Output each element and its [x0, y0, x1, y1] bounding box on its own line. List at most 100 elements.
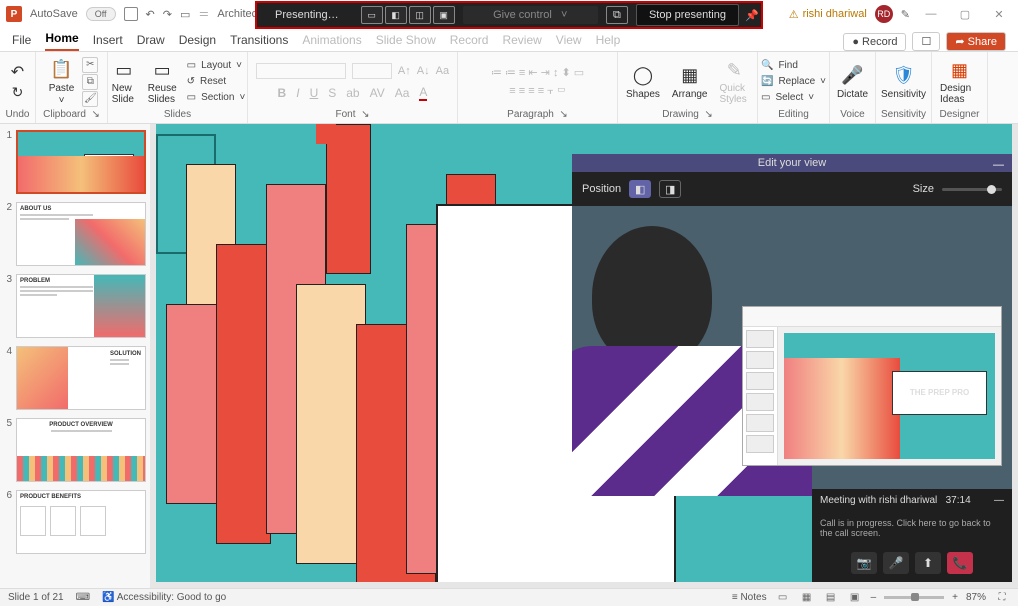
mini-slide-title: THE PREP PRO	[892, 371, 987, 415]
copy-icon[interactable]: ⧉	[82, 74, 98, 90]
current-slide: Edit your view— Position ◧ ◨ Size	[156, 124, 1012, 582]
undo-icon[interactable]: ↶	[11, 62, 24, 82]
ribbon: ↶ ↻ Undo 📋Paste˅ ✂⧉🖌 Clipboard ↘ ▭New Sl…	[0, 52, 1018, 124]
minimize-overlay-icon[interactable]: —	[993, 156, 1004, 174]
tab-view[interactable]: View	[556, 33, 582, 51]
group-undo: Undo	[4, 109, 31, 121]
tab-design[interactable]: Design	[179, 33, 216, 51]
autosave-toggle[interactable]: Off	[86, 7, 116, 21]
app-icon: P	[6, 6, 22, 22]
share-button[interactable]: ➦ Share	[946, 32, 1006, 51]
redo-icon[interactable]: ↻	[12, 84, 24, 101]
tab-help[interactable]: Help	[596, 33, 621, 51]
view-sorter-icon[interactable]: ▦	[799, 591, 815, 605]
arrange-button[interactable]: ▦Arrange	[668, 64, 712, 100]
zoom-in-button[interactable]: +	[952, 592, 958, 603]
user-warning[interactable]: ⚠rishi dhariwal	[789, 8, 867, 21]
reuse-slides-button[interactable]: ▭Reuse Slides	[144, 58, 181, 105]
accessibility-status[interactable]: ♿ Accessibility: Good to go	[102, 592, 226, 603]
call-toast[interactable]: Meeting with rishi dhariwal 37:14— Call …	[812, 489, 1012, 582]
redo-arrow-icon[interactable]: ↷	[163, 8, 172, 21]
pin-icon[interactable]: 📌	[743, 9, 761, 22]
maximize-button[interactable]: ▢	[952, 3, 978, 25]
hangup-icon[interactable]: 📞	[947, 552, 973, 574]
present-from-beginning-icon[interactable]: ▭	[180, 8, 190, 21]
user-avatar[interactable]: RD	[875, 5, 893, 23]
tab-animations[interactable]: Animations	[302, 33, 361, 51]
pen-icon[interactable]: ✎	[901, 8, 910, 21]
position-left-icon[interactable]: ◧	[629, 180, 651, 198]
video-preview: THE PREP PRO	[572, 206, 1012, 496]
close-button[interactable]: ✕	[986, 3, 1012, 25]
share-screen-icon[interactable]: ⬆	[915, 552, 941, 574]
tab-review[interactable]: Review	[502, 33, 541, 51]
tab-record[interactable]: Record	[450, 33, 489, 51]
save-icon[interactable]	[124, 7, 138, 21]
layout-menu[interactable]: ▭ Layout ˅	[185, 58, 248, 73]
tab-file[interactable]: File	[12, 33, 31, 51]
toast-minimize-icon[interactable]: —	[994, 495, 1004, 506]
layout-content-only-icon[interactable]: ▭	[361, 6, 383, 24]
popout-icon[interactable]: ⧉	[606, 6, 628, 24]
shapes-button[interactable]: ◯Shapes	[622, 64, 664, 100]
camera-icon[interactable]: 📷	[851, 552, 877, 574]
find-button[interactable]: 🔍 Find	[759, 58, 828, 73]
size-slider[interactable]	[942, 188, 1002, 191]
slide-thumbnails[interactable]: 1THE PREP PRO 2ABOUT US 3PROBLEM 4SOLUTI…	[0, 124, 150, 588]
quick-styles-button: ✎Quick Styles	[716, 58, 754, 105]
thumbnail-3[interactable]: 3PROBLEM	[4, 274, 146, 338]
thumbnail-1[interactable]: 1THE PREP PRO	[4, 130, 146, 194]
new-slide-button[interactable]: ▭New Slide	[108, 58, 140, 105]
fit-to-window-icon[interactable]: ⛶	[994, 591, 1010, 605]
layout-reporter-icon[interactable]: ▣	[433, 6, 455, 24]
notes-button[interactable]: ≡ Notes	[732, 592, 767, 603]
dictate-button[interactable]: 🎤Dictate	[833, 64, 872, 100]
zoom-out-button[interactable]: –	[871, 592, 877, 603]
language-icon[interactable]: ⌨	[76, 592, 90, 603]
workspace: 1THE PREP PRO 2ABOUT US 3PROBLEM 4SOLUTI…	[0, 124, 1018, 588]
call-message[interactable]: Call is in progress. Click here to go ba…	[812, 512, 1012, 544]
cut-icon[interactable]: ✂	[82, 57, 98, 73]
slide-counter[interactable]: Slide 1 of 21	[8, 592, 64, 603]
tab-slideshow[interactable]: Slide Show	[376, 33, 436, 51]
layout-standout-icon[interactable]: ◧	[385, 6, 407, 24]
undo-arrow-icon[interactable]: ↶	[146, 8, 155, 21]
replace-button[interactable]: 🔄 Replace ˅	[759, 74, 828, 89]
group-clipboard: Clipboard ↘	[40, 109, 103, 121]
tab-insert[interactable]: Insert	[93, 33, 123, 51]
record-button[interactable]: ● Record	[843, 33, 906, 51]
group-slides: Slides	[112, 109, 243, 121]
reset-button[interactable]: ↺ Reset	[185, 74, 248, 89]
mic-icon[interactable]: 🎤	[883, 552, 909, 574]
paste-button[interactable]: 📋Paste˅	[45, 58, 79, 106]
sensitivity-button[interactable]: 🛡Sensitivity	[877, 64, 930, 100]
group-paragraph: Paragraph ↘	[462, 109, 613, 121]
select-button[interactable]: ▭ Select ˅	[759, 90, 828, 105]
view-slideshow-icon[interactable]: ▣	[847, 591, 863, 605]
layout-side-by-side-icon[interactable]: ◫	[409, 6, 431, 24]
group-sensitivity: Sensitivity	[880, 109, 927, 121]
thumbnail-2[interactable]: 2ABOUT US	[4, 202, 146, 266]
tab-transitions[interactable]: Transitions	[230, 33, 288, 51]
comments-button[interactable]: ☐	[912, 32, 940, 51]
group-drawing: Drawing ↘	[622, 109, 753, 121]
presenting-toolbar: Presenting… ▭ ◧ ◫ ▣ Give control ˅ ⧉ Sto…	[255, 1, 763, 29]
stop-presenting-button[interactable]: Stop presenting	[636, 4, 739, 26]
format-painter-icon[interactable]: 🖌	[82, 91, 98, 107]
minimize-button[interactable]: —	[918, 3, 944, 25]
section-menu[interactable]: ▭ Section ˅	[185, 90, 248, 105]
thumbnail-6[interactable]: 6PRODUCT BENEFITS	[4, 490, 146, 554]
zoom-level[interactable]: 87%	[966, 592, 986, 603]
give-control-dropdown[interactable]: Give control ˅	[463, 6, 598, 24]
view-reading-icon[interactable]: ▤	[823, 591, 839, 605]
tab-draw[interactable]: Draw	[137, 33, 165, 51]
slide-canvas[interactable]: Edit your view— Position ◧ ◨ Size	[150, 124, 1018, 588]
position-right-icon[interactable]: ◨	[659, 180, 681, 198]
view-normal-icon[interactable]: ▭	[775, 591, 791, 605]
thumbnail-5[interactable]: 5PRODUCT OVERVIEW	[4, 418, 146, 482]
design-ideas-button[interactable]: ▦Design Ideas	[936, 58, 983, 105]
edit-view-title: Edit your view—	[572, 154, 1012, 172]
tab-home[interactable]: Home	[45, 31, 78, 51]
thumbnail-4[interactable]: 4SOLUTION	[4, 346, 146, 410]
group-font: Font ↘	[252, 109, 453, 121]
